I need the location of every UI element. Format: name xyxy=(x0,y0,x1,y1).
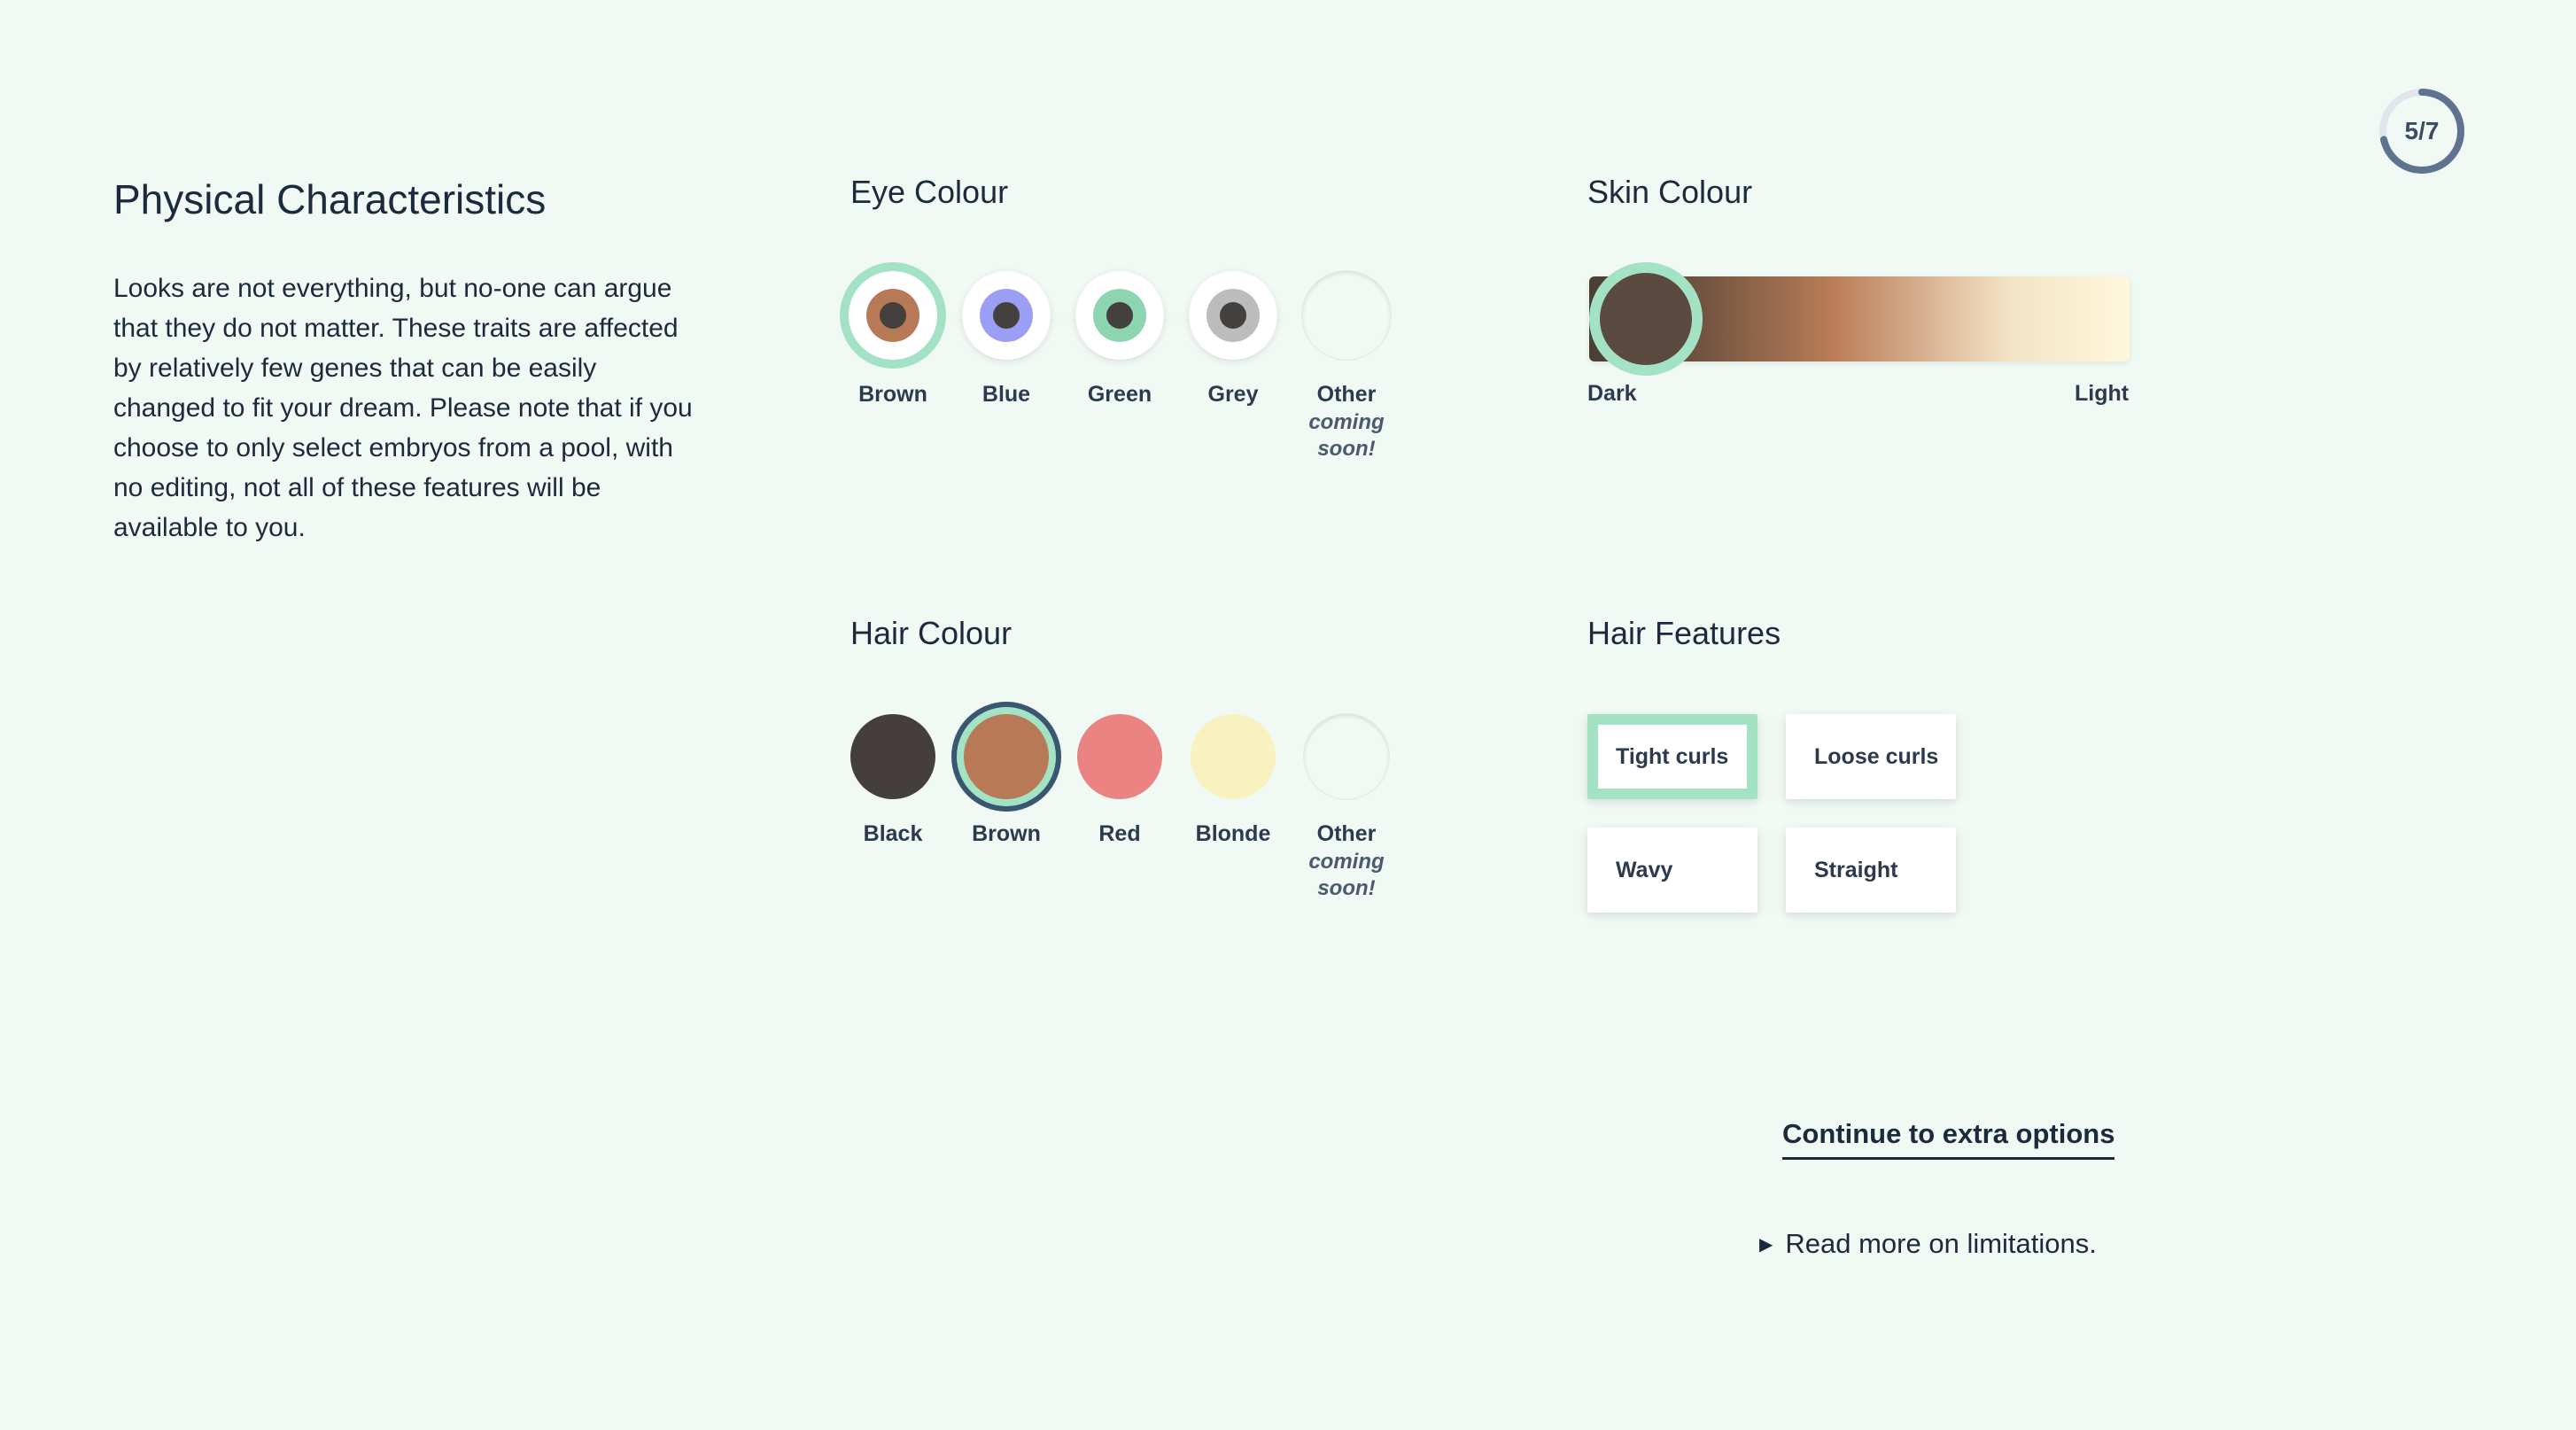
hair-option-other: Other coming soon! xyxy=(1290,714,1403,902)
eye-option-other: Other coming soon! xyxy=(1290,271,1403,462)
eye-label-blue: Blue xyxy=(982,382,1031,407)
pupil xyxy=(1220,302,1246,329)
hair-swatch-brown[interactable] xyxy=(964,714,1049,799)
continue-link[interactable]: Continue to extra options xyxy=(1782,1118,2115,1160)
hair-swatch-black[interactable] xyxy=(850,714,935,799)
hair-feature-loose-curls[interactable]: Loose curls xyxy=(1786,714,1956,799)
skin-colour-title: Skin Colour xyxy=(1587,174,1753,210)
hair-label-other: Other xyxy=(1316,821,1377,846)
hair-option-black[interactable]: Black xyxy=(836,714,950,847)
eye-label-green: Green xyxy=(1087,382,1152,407)
eye-swatch-grey[interactable] xyxy=(1189,271,1277,360)
disclosure-triangle-icon: ▶ xyxy=(1759,1234,1773,1255)
hair-label-black: Black xyxy=(863,821,923,846)
hair-option-brown[interactable]: Brown xyxy=(950,714,1063,847)
eye-label-grey: Grey xyxy=(1207,382,1259,407)
coming-soon-note: coming soon! xyxy=(1308,850,1385,900)
eye-swatch-green[interactable] xyxy=(1075,271,1164,360)
coming-soon-note: coming soon! xyxy=(1308,410,1385,461)
progress-label: 5/7 xyxy=(2404,117,2440,144)
hair-swatch-blonde[interactable] xyxy=(1191,714,1276,799)
eye-label-other: Other xyxy=(1316,382,1377,407)
hair-colour-title: Hair Colour xyxy=(850,615,1013,651)
eye-swatch-blue[interactable] xyxy=(962,271,1051,360)
eye-option-brown[interactable]: Brown xyxy=(836,271,950,408)
pupil xyxy=(993,302,1020,329)
hair-label-blonde: Blonde xyxy=(1195,821,1271,846)
hair-option-blonde[interactable]: Blonde xyxy=(1176,714,1290,847)
hair-option-red[interactable]: Red xyxy=(1063,714,1176,847)
eye-swatch-brown[interactable] xyxy=(849,271,937,360)
skin-slider-thumb[interactable] xyxy=(1589,262,1703,376)
intro-description: Looks are not everything, but no-one can… xyxy=(113,274,693,542)
eye-option-grey[interactable]: Grey xyxy=(1176,271,1290,408)
progress-indicator: 5/7 xyxy=(2378,87,2466,175)
skin-max-label: Light xyxy=(2075,381,2130,406)
skin-min-label: Dark xyxy=(1587,381,1637,406)
eye-swatch-other xyxy=(1302,271,1391,360)
eye-option-blue[interactable]: Blue xyxy=(950,271,1063,408)
hair-features-title: Hair Features xyxy=(1587,615,1781,651)
pupil xyxy=(1106,302,1133,329)
eye-option-green[interactable]: Green xyxy=(1063,271,1176,408)
hair-feature-tight-curls[interactable]: Tight curls xyxy=(1587,714,1757,799)
hair-swatch-other xyxy=(1304,714,1389,799)
page-title: Physical Characteristics xyxy=(113,176,547,222)
limitations-label[interactable]: Read more on limitations. xyxy=(1785,1228,2097,1260)
hair-swatch-red[interactable] xyxy=(1077,714,1162,799)
eye-colour-title: Eye Colour xyxy=(850,174,1009,210)
pupil xyxy=(880,302,906,329)
eye-label-brown: Brown xyxy=(858,382,927,407)
hair-label-brown: Brown xyxy=(972,821,1041,846)
hair-feature-wavy[interactable]: Wavy xyxy=(1587,828,1757,913)
limitations-disclosure[interactable]: ▶ Read more on limitations. xyxy=(1759,1228,2097,1260)
hair-label-red: Red xyxy=(1098,821,1141,846)
hair-feature-straight[interactable]: Straight xyxy=(1786,828,1956,913)
